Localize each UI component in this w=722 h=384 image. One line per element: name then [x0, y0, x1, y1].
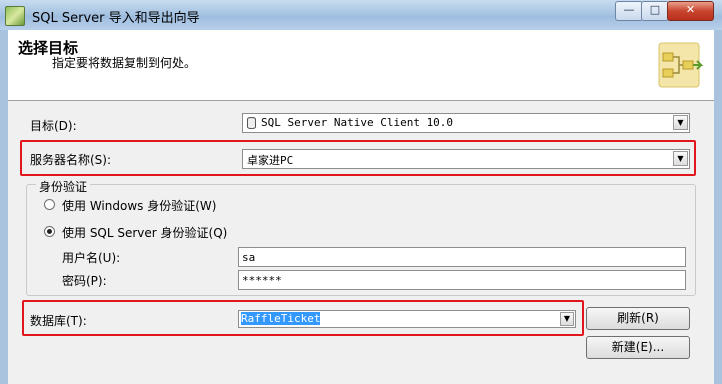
server-name-combobox[interactable]: 卓家进PC ▼: [242, 149, 690, 169]
database-label: 数据库(T):: [30, 314, 87, 328]
destination-label: 目标(D):: [30, 119, 77, 133]
database-provider-icon: [247, 116, 256, 130]
username-input[interactable]: sa: [238, 247, 686, 267]
wizard-logo-icon: [653, 39, 705, 91]
database-combobox[interactable]: RaffleTicket ▼: [238, 310, 576, 328]
windows-auth-radio[interactable]: [44, 199, 55, 210]
password-label: 密码(P):: [62, 274, 107, 288]
dropdown-arrow-icon[interactable]: ▼: [560, 312, 574, 326]
page-subtitle: 指定要将数据复制到何处。: [52, 56, 197, 70]
destination-combobox[interactable]: SQL Server Native Client 10.0 ▼: [242, 113, 690, 133]
password-input[interactable]: ******: [238, 270, 686, 290]
destination-value: SQL Server Native Client 10.0: [261, 116, 454, 129]
close-button[interactable]: ✕: [667, 1, 714, 21]
database-value: RaffleTicket: [241, 312, 321, 325]
refresh-button[interactable]: 刷新(R): [586, 307, 690, 330]
windows-auth-label[interactable]: 使用 Windows 身份验证(W): [62, 197, 216, 214]
dropdown-arrow-icon[interactable]: ▼: [673, 115, 688, 130]
sql-auth-radio[interactable]: [44, 226, 55, 237]
authentication-group-title: 身份验证: [36, 178, 91, 195]
minimize-button[interactable]: —: [615, 1, 643, 21]
dropdown-arrow-icon[interactable]: ▼: [673, 151, 688, 166]
window-border-right: [714, 30, 722, 384]
new-database-button[interactable]: 新建(E)...: [586, 336, 690, 359]
username-value: sa: [242, 251, 256, 264]
sql-auth-label[interactable]: 使用 SQL Server 身份验证(Q): [62, 224, 227, 241]
app-icon: [5, 6, 25, 26]
server-name-value: 卓家进PC: [247, 154, 294, 167]
window-title: SQL Server 导入和导出向导: [32, 11, 200, 26]
maximize-button[interactable]: □: [641, 1, 669, 21]
server-name-label: 服务器名称(S):: [30, 153, 112, 167]
password-value: ******: [242, 274, 282, 287]
window-border-left: [0, 30, 8, 384]
username-label: 用户名(U):: [62, 251, 121, 265]
